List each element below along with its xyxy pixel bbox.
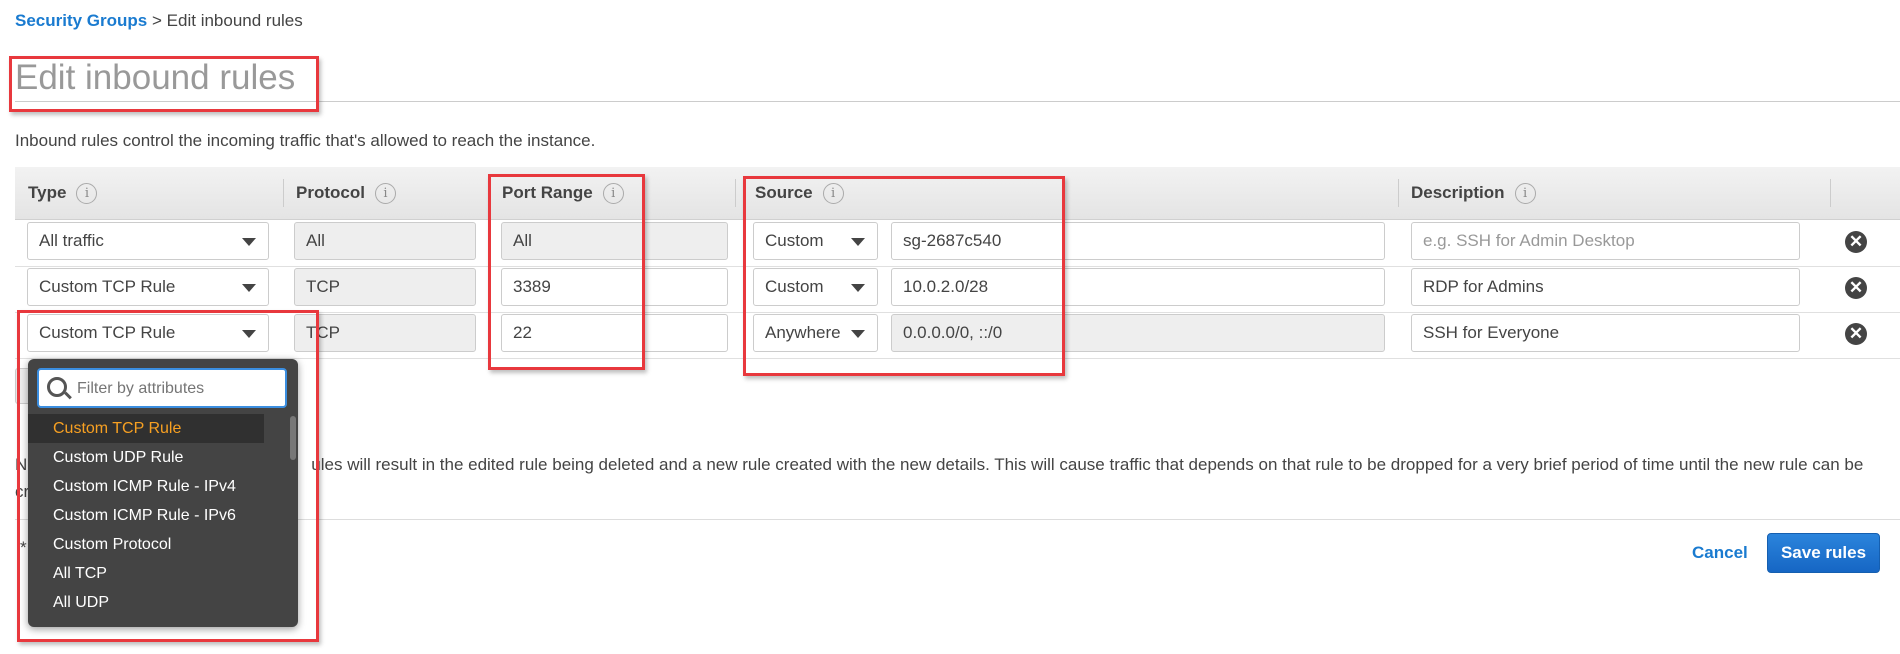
- header-type: Type i: [28, 167, 98, 219]
- highlight-title: [9, 56, 319, 112]
- header-divider: [735, 179, 736, 207]
- header-protocol-label: Protocol: [296, 183, 365, 202]
- filter-box[interactable]: [37, 368, 287, 408]
- breadcrumb-security-groups-link[interactable]: Security Groups: [15, 11, 147, 30]
- description-input[interactable]: e.g. SSH for Admin Desktop: [1411, 222, 1800, 260]
- chevron-down-icon: [242, 238, 256, 246]
- dropdown-option[interactable]: Custom Protocol: [28, 530, 264, 559]
- protocol-field: TCP: [294, 268, 476, 306]
- info-icon[interactable]: i: [76, 183, 98, 205]
- breadcrumb: Security Groups > Edit inbound rules: [15, 11, 303, 31]
- dropdown-option[interactable]: Custom ICMP Rule - IPv4: [28, 472, 264, 501]
- dropdown-option[interactable]: Custom UDP Rule: [28, 443, 264, 472]
- header-divider: [1398, 179, 1399, 207]
- type-select-value: All traffic: [39, 231, 104, 250]
- protocol-field: TCP: [294, 314, 476, 352]
- highlight-port-range: [488, 174, 645, 370]
- header-type-label: Type: [28, 183, 67, 202]
- description-input[interactable]: SSH for Everyone: [1411, 314, 1800, 352]
- remove-rule-icon[interactable]: ✕: [1845, 323, 1867, 345]
- save-rules-button[interactable]: Save rules: [1767, 533, 1880, 573]
- info-icon[interactable]: i: [374, 183, 396, 205]
- chevron-down-icon: [242, 284, 256, 292]
- header-protocol: Protocol i: [296, 167, 396, 219]
- remove-rule-icon[interactable]: ✕: [1845, 231, 1867, 253]
- type-select[interactable]: All traffic: [27, 222, 269, 260]
- highlight-source: [743, 176, 1065, 376]
- dropdown-option[interactable]: All TCP: [28, 559, 264, 588]
- protocol-field: All: [294, 222, 476, 260]
- dropdown-option[interactable]: Custom TCP Rule: [28, 414, 264, 443]
- info-icon[interactable]: i: [1514, 183, 1536, 205]
- remove-rule-icon[interactable]: ✕: [1845, 277, 1867, 299]
- dropdown-option[interactable]: Custom ICMP Rule - IPv6: [28, 501, 264, 530]
- breadcrumb-separator: >: [152, 11, 162, 30]
- breadcrumb-current: Edit inbound rules: [166, 11, 303, 30]
- type-select-value: Custom TCP Rule: [39, 277, 176, 296]
- header-divider: [283, 179, 284, 207]
- cancel-button[interactable]: Cancel: [1692, 543, 1748, 563]
- header-divider: [1830, 179, 1831, 207]
- description-input[interactable]: RDP for Admins: [1411, 268, 1800, 306]
- note-line1: ules will result in the edited rule bein…: [311, 455, 1864, 474]
- search-icon: [47, 377, 67, 397]
- type-select[interactable]: Custom TCP Rule: [27, 268, 269, 306]
- header-description-label: Description: [1411, 183, 1505, 202]
- filter-input[interactable]: [75, 374, 284, 404]
- header-description: Description i: [1411, 167, 1536, 219]
- intro-text: Inbound rules control the incoming traff…: [15, 131, 596, 150]
- dropdown-option[interactable]: All UDP: [28, 588, 264, 617]
- dropdown-scrollbar[interactable]: [290, 416, 296, 460]
- type-dropdown-menu: Custom TCP Rule Custom UDP Rule Custom I…: [28, 359, 298, 627]
